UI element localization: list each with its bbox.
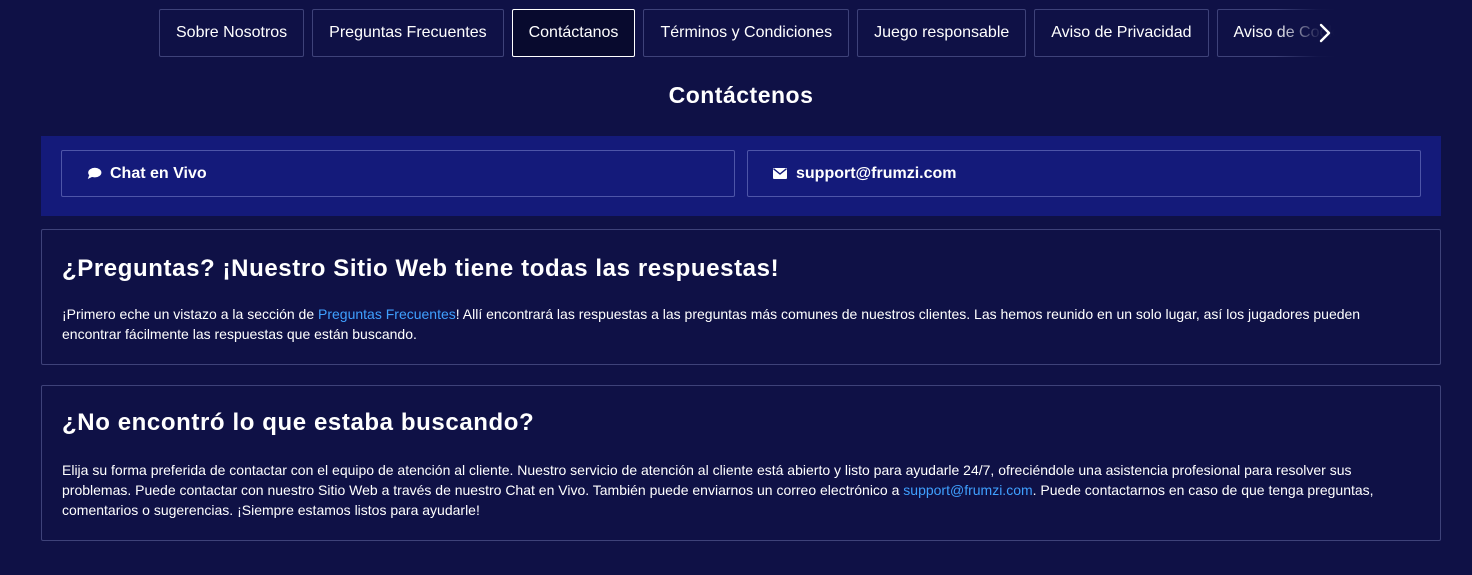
help-info-card: ¿No encontró lo que estaba buscando? Eli… <box>41 385 1441 541</box>
tab-juego-responsable[interactable]: Juego responsable <box>857 9 1027 57</box>
tab-terminos-condiciones[interactable]: Términos y Condiciones <box>643 9 850 57</box>
faq-link[interactable]: Preguntas Frecuentes <box>318 306 456 322</box>
contact-options: Chat en Vivo support@frumzi.com <box>41 136 1441 216</box>
email-support-button[interactable]: support@frumzi.com <box>747 150 1421 197</box>
tabs-next-button[interactable] <box>1314 20 1336 46</box>
info-tabs: Sobre Nosotros Preguntas Frecuentes Cont… <box>159 9 1335 57</box>
faq-card-text: ¡Primero eche un vistazo a la sección de… <box>62 304 1422 344</box>
chevron-right-icon <box>1319 23 1331 43</box>
support-email-link[interactable]: support@frumzi.com <box>903 482 1032 498</box>
tab-aviso-privacidad[interactable]: Aviso de Privacidad <box>1034 9 1209 57</box>
live-chat-button[interactable]: Chat en Vivo <box>61 150 735 197</box>
faq-info-card: ¿Preguntas? ¡Nuestro Sitio Web tiene tod… <box>41 229 1441 365</box>
page-title: Contáctenos <box>668 82 814 108</box>
help-card-text: Elija su forma preferida de contactar co… <box>62 460 1422 520</box>
tab-sobre-nosotros[interactable]: Sobre Nosotros <box>159 9 305 57</box>
tab-preguntas-frecuentes[interactable]: Preguntas Frecuentes <box>312 9 504 57</box>
tab-contactanos[interactable]: Contáctanos <box>511 9 636 57</box>
chat-bubble-icon <box>86 166 102 182</box>
tab-list: Sobre Nosotros Preguntas Frecuentes Cont… <box>159 9 1335 57</box>
live-chat-label: Chat en Vivo <box>110 164 207 182</box>
faq-text-intro: ¡Primero eche un vistazo a la sección de <box>62 306 319 322</box>
help-card-heading: ¿No encontró lo que estaba buscando? <box>62 409 535 436</box>
contact-page: Sobre Nosotros Preguntas Frecuentes Cont… <box>0 0 1472 575</box>
faq-card-heading: ¿Preguntas? ¡Nuestro Sitio Web tiene tod… <box>62 255 780 282</box>
envelope-icon <box>772 166 788 182</box>
email-support-label: support@frumzi.com <box>796 164 957 182</box>
